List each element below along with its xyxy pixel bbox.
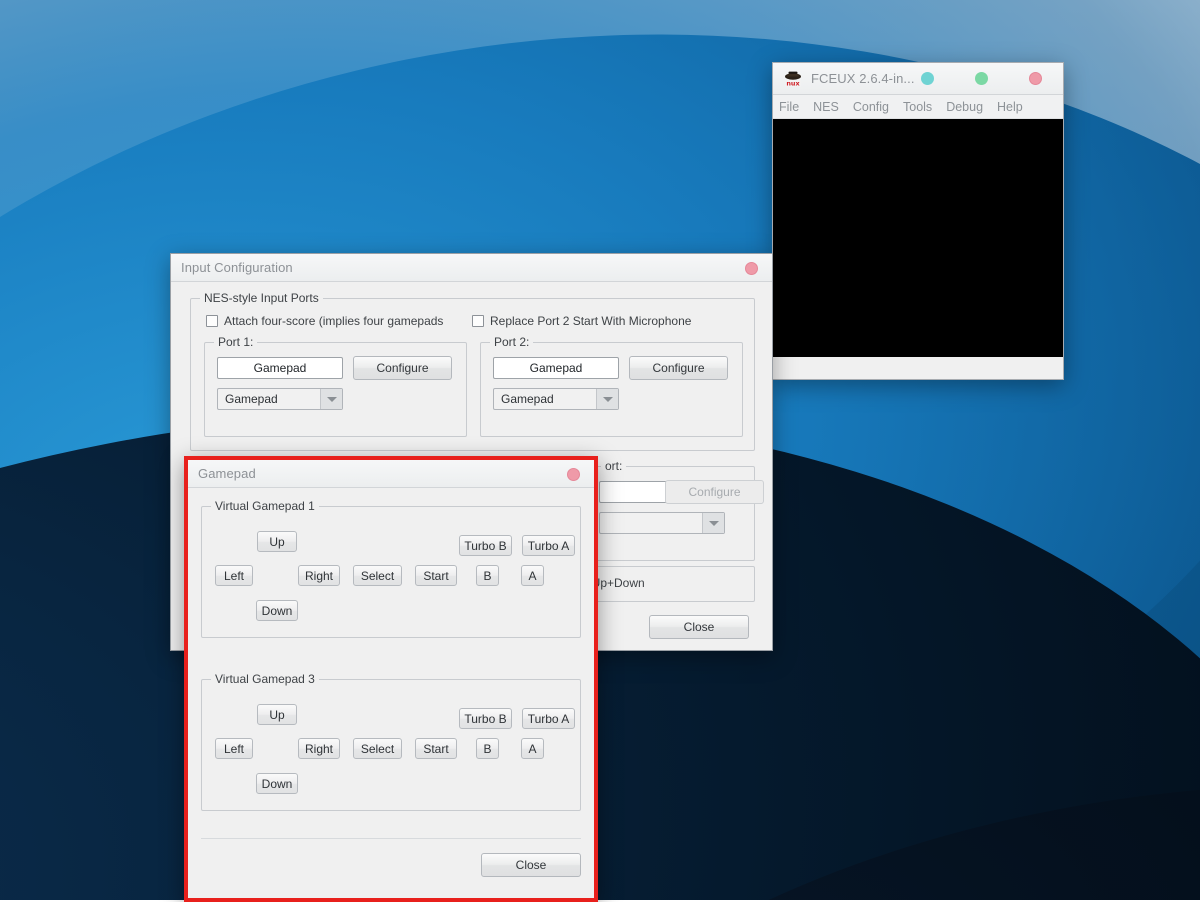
pad3-turbo-b-button[interactable]: Turbo B [459,708,512,729]
pad1-start-button[interactable]: Start [415,565,457,586]
gamepad-titlebar[interactable]: Gamepad [188,460,594,488]
pad3-select-button[interactable]: Select [353,738,402,759]
fceux-emulator-viewport[interactable] [773,119,1063,357]
pad1-down-button[interactable]: Down [256,600,298,621]
nes-input-ports-title: NES-style Input Ports [200,291,323,305]
fceux-menubar[interactable]: File NES Config Tools Debug Help [773,95,1063,119]
close-dot-icon[interactable] [567,468,580,481]
menu-item-file[interactable]: File [779,100,799,114]
menu-item-config[interactable]: Config [853,100,889,114]
port1-device-field[interactable]: Gamepad [217,357,343,379]
microphone-checkbox[interactable] [472,315,484,327]
port2-group: Port 2: Gamepad Configure Gamepad [480,342,743,437]
port2-device-combo[interactable]: Gamepad [493,388,619,410]
pad3-start-button[interactable]: Start [415,738,457,759]
chevron-down-icon[interactable] [320,389,342,409]
svg-text:nux: nux [786,79,800,87]
expansion-configure-button: Configure [665,480,764,504]
nes-input-ports-group: NES-style Input Ports Attach four-score … [190,298,755,451]
four-score-checkbox[interactable] [206,315,218,327]
pad3-down-button[interactable]: Down [256,773,298,794]
four-score-checkbox-row[interactable]: Attach four-score (implies four gamepads [206,314,443,328]
microphone-label: Replace Port 2 Start With Microphone [490,314,691,328]
virtual-gamepad-3-group: Virtual Gamepad 3 Up Turbo B Turbo A Lef… [201,679,581,811]
pad1-select-button[interactable]: Select [353,565,402,586]
pad3-up-button[interactable]: Up [257,704,297,725]
four-score-label: Attach four-score (implies four gamepads [224,314,443,328]
close-dot-icon[interactable] [1029,72,1042,85]
pad1-up-button[interactable]: Up [257,531,297,552]
gamepad-close-button[interactable]: Close [481,853,581,877]
pad1-turbo-a-button[interactable]: Turbo A [522,535,575,556]
pad3-turbo-a-button[interactable]: Turbo A [522,708,575,729]
port2-combo-value: Gamepad [501,392,554,406]
gamepad-dialog[interactable]: Gamepad Virtual Gamepad 1 Up Turbo B Tur… [184,456,598,902]
pad3-b-button[interactable]: B [476,738,499,759]
expansion-port-title: ort: [601,459,626,473]
chevron-down-icon[interactable] [702,513,724,533]
close-dot-icon[interactable] [745,262,758,275]
port1-title: Port 1: [214,335,257,349]
gamepad-dialog-title: Gamepad [198,466,256,481]
chevron-down-icon[interactable] [596,389,618,409]
menu-item-help[interactable]: Help [997,100,1023,114]
virtual-gamepad-1-title: Virtual Gamepad 1 [211,499,319,513]
virtual-gamepad-1-group: Virtual Gamepad 1 Up Turbo B Turbo A Lef… [201,506,581,638]
port2-device-field[interactable]: Gamepad [493,357,619,379]
microphone-checkbox-row[interactable]: Replace Port 2 Start With Microphone [472,314,691,328]
fceux-window-title: FCEUX 2.6.4-in... [811,71,915,86]
input-config-close-button[interactable]: Close [649,615,749,639]
port2-configure-button[interactable]: Configure [629,356,728,380]
menu-item-tools[interactable]: Tools [903,100,932,114]
input-config-titlebar[interactable]: Input Configuration [171,254,772,282]
menu-item-debug[interactable]: Debug [946,100,983,114]
fceux-titlebar[interactable]: nux FCEUX 2.6.4-in... [773,63,1063,95]
minimize-dot-icon[interactable] [921,72,934,85]
port1-device-combo[interactable]: Gamepad [217,388,343,410]
port1-configure-button[interactable]: Configure [353,356,452,380]
pad1-right-button[interactable]: Right [298,565,340,586]
maximize-dot-icon[interactable] [975,72,988,85]
port1-group: Port 1: Gamepad Configure Gamepad [204,342,467,437]
pad3-right-button[interactable]: Right [298,738,340,759]
pad1-a-button[interactable]: A [521,565,544,586]
virtual-gamepad-3-title: Virtual Gamepad 3 [211,672,319,686]
gamepad-dialog-separator [201,838,581,839]
fceux-main-window[interactable]: nux FCEUX 2.6.4-in... File NES Config To… [772,62,1064,380]
menu-item-nes[interactable]: NES [813,100,839,114]
pad1-left-button[interactable]: Left [215,565,253,586]
pad1-turbo-b-button[interactable]: Turbo B [459,535,512,556]
port2-title: Port 2: [490,335,533,349]
pad3-left-button[interactable]: Left [215,738,253,759]
port1-combo-value: Gamepad [225,392,278,406]
input-config-title: Input Configuration [181,260,293,275]
fceux-app-icon: nux [783,70,803,88]
expansion-device-combo[interactable] [599,512,725,534]
pad1-b-button[interactable]: B [476,565,499,586]
pad3-a-button[interactable]: A [521,738,544,759]
